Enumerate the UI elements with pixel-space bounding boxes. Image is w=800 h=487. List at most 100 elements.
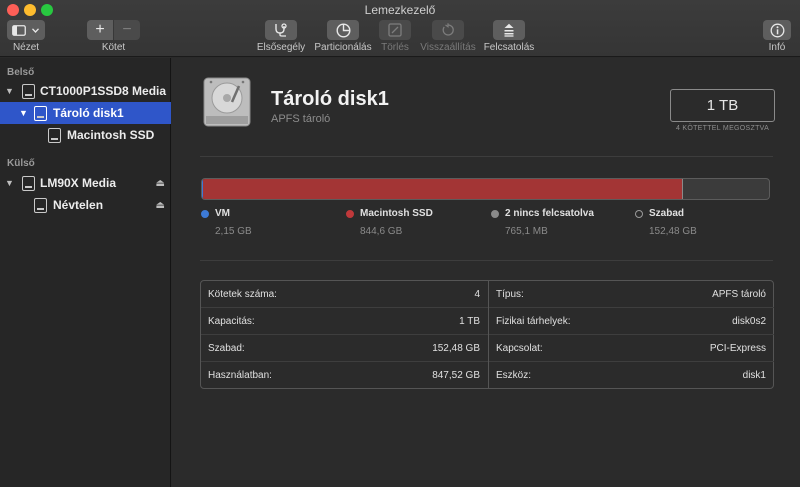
sidebar-item-label: Tároló disk1 bbox=[53, 106, 124, 120]
stethoscope-icon bbox=[273, 23, 289, 37]
chevron-down-icon bbox=[32, 27, 39, 33]
info-value: 1 TB bbox=[459, 315, 480, 327]
mount-icon bbox=[503, 23, 515, 38]
info-key: Szabad: bbox=[208, 342, 245, 354]
plus-icon: + bbox=[95, 21, 105, 38]
legend-swatch bbox=[201, 210, 209, 218]
detail-pane: Tároló disk1 APFS tároló 1 TB 4 KÖTETTEL… bbox=[172, 58, 800, 487]
restore-icon bbox=[441, 23, 455, 37]
info-value: APFS tároló bbox=[712, 288, 766, 300]
drive-icon bbox=[22, 175, 35, 191]
info-column-left: Kötetek száma: 4 Kapacitás: 1 TB Szabad: 152,… bbox=[201, 281, 488, 388]
sidebar-item-ct1000p1ssd8-media[interactable]: ▼ CT1000P1SSD8 Media bbox=[0, 80, 171, 102]
sidebar-item-macintosh-ssd[interactable]: Macintosh SSD bbox=[0, 124, 171, 146]
info-value: 4 bbox=[474, 288, 480, 300]
usage-segment bbox=[203, 179, 683, 199]
legend-value: 844,6 GB bbox=[360, 226, 403, 237]
info-row: Típus: APFS tároló bbox=[489, 281, 774, 308]
disclosure-triangle-icon[interactable]: ▼ bbox=[5, 178, 14, 188]
info-row: Használatban: 847,52 GB bbox=[201, 362, 488, 389]
legend-label: Szabad bbox=[649, 208, 685, 219]
disk-title: Tároló disk1 bbox=[271, 88, 389, 110]
info-value: disk0s2 bbox=[732, 315, 766, 327]
eject-icon[interactable]: ⏏ bbox=[156, 178, 165, 189]
mount-label: Felcsatolás bbox=[483, 42, 535, 53]
sidebar-section-internal: Belső bbox=[7, 67, 35, 78]
window-title: Lemezkezelő bbox=[364, 3, 436, 17]
legend-swatch bbox=[635, 210, 643, 218]
disclosure-triangle-icon[interactable]: ▼ bbox=[19, 108, 28, 118]
info-row: Kötetek száma: 4 bbox=[201, 281, 488, 308]
erase-label: Törlés bbox=[381, 42, 409, 53]
volume-icon bbox=[34, 197, 47, 213]
info-key: Kapacitás: bbox=[208, 315, 255, 327]
disk-subtitle: APFS tároló bbox=[271, 113, 331, 125]
sidebar-item-label: CT1000P1SSD8 Media bbox=[40, 84, 167, 98]
sidebar-icon bbox=[12, 24, 26, 36]
info-key: Kapcsolat: bbox=[496, 342, 543, 354]
drive-icon bbox=[22, 83, 35, 99]
erase-icon bbox=[388, 23, 402, 37]
partition-pie-icon bbox=[335, 22, 351, 38]
eject-icon[interactable]: ⏏ bbox=[156, 200, 165, 211]
info-button[interactable] bbox=[763, 20, 791, 40]
info-key: Kötetek száma: bbox=[208, 288, 277, 300]
legend-swatch bbox=[346, 210, 354, 218]
restore-button[interactable] bbox=[432, 20, 464, 40]
capacity-box: 1 TB bbox=[670, 89, 775, 122]
view-button[interactable] bbox=[7, 20, 45, 40]
sidebar-item-nevtelen[interactable]: Névtelen ⏏ bbox=[0, 194, 171, 216]
info-row: Eszköz: disk1 bbox=[489, 362, 774, 389]
capacity-value: 1 TB bbox=[706, 97, 739, 114]
legend-value: 765,1 MB bbox=[505, 226, 548, 237]
toolbar: Lemezkezelő Nézet + − Kötet Elsősegély P… bbox=[0, 0, 800, 57]
info-key: Típus: bbox=[496, 288, 524, 300]
disk-utility-window: Lemezkezelő Nézet + − Kötet Elsősegély P… bbox=[0, 0, 800, 487]
view-label: Nézet bbox=[12, 42, 40, 53]
info-icon bbox=[770, 23, 785, 38]
legend-label: 2 nincs felcsatolva bbox=[505, 208, 594, 219]
info-row: Kapacitás: 1 TB bbox=[201, 308, 488, 335]
disclosure-triangle-icon[interactable]: ▼ bbox=[5, 86, 14, 96]
divider bbox=[200, 156, 773, 157]
sidebar-item-lm90x-media[interactable]: ▼ LM90X Media ⏏ bbox=[0, 172, 171, 194]
divider bbox=[200, 260, 773, 261]
legend-value: 2,15 GB bbox=[215, 226, 252, 237]
info-value: disk1 bbox=[742, 370, 766, 381]
sidebar-section-external: Külső bbox=[7, 158, 35, 169]
erase-button[interactable] bbox=[379, 20, 411, 40]
legend-swatch bbox=[491, 210, 499, 218]
hard-drive-icon bbox=[202, 76, 252, 128]
container-icon bbox=[34, 105, 47, 121]
partition-label: Particionálás bbox=[314, 42, 372, 53]
legend-label: Macintosh SSD bbox=[360, 208, 433, 219]
info-key: Eszköz: bbox=[496, 370, 532, 381]
mount-button[interactable] bbox=[493, 20, 525, 40]
restore-label: Visszaállítás bbox=[420, 42, 476, 53]
sidebar: Belső ▼ CT1000P1SSD8 Media ▼ Tároló disk… bbox=[0, 58, 171, 487]
info-key: Használatban: bbox=[208, 370, 272, 381]
info-label: Infó bbox=[768, 42, 786, 53]
sidebar-item-label: Macintosh SSD bbox=[67, 128, 155, 142]
info-value: PCI-Express bbox=[709, 342, 766, 354]
partition-button[interactable] bbox=[327, 20, 359, 40]
volume-label: Kötet bbox=[101, 42, 126, 53]
info-table: Kötetek száma: 4 Kapacitás: 1 TB Szabad: 152,… bbox=[200, 280, 774, 389]
first-aid-button[interactable] bbox=[265, 20, 297, 40]
info-row: Szabad: 152,48 GB bbox=[201, 335, 488, 362]
sidebar-item-label: LM90X Media bbox=[40, 176, 117, 190]
legend-label: VM bbox=[215, 208, 230, 219]
sidebar-item-container-disk1[interactable]: ▼ Tároló disk1 bbox=[0, 102, 171, 124]
sidebar-item-label: Névtelen bbox=[53, 198, 104, 212]
info-value: 847,52 GB bbox=[432, 370, 480, 381]
info-row: Fizikai tárhelyek: disk0s2 bbox=[489, 308, 774, 335]
info-row: Kapcsolat: PCI-Express bbox=[489, 335, 774, 362]
usage-bar bbox=[201, 178, 770, 200]
info-value: 152,48 GB bbox=[432, 342, 480, 354]
remove-volume-button[interactable]: − bbox=[114, 20, 140, 40]
minus-icon: − bbox=[122, 21, 132, 38]
capacity-note: 4 KÖTETTEL MEGOSZTVA bbox=[675, 125, 770, 132]
legend-value: 152,48 GB bbox=[649, 226, 697, 237]
add-volume-button[interactable]: + bbox=[87, 20, 113, 40]
volume-icon bbox=[48, 127, 61, 143]
